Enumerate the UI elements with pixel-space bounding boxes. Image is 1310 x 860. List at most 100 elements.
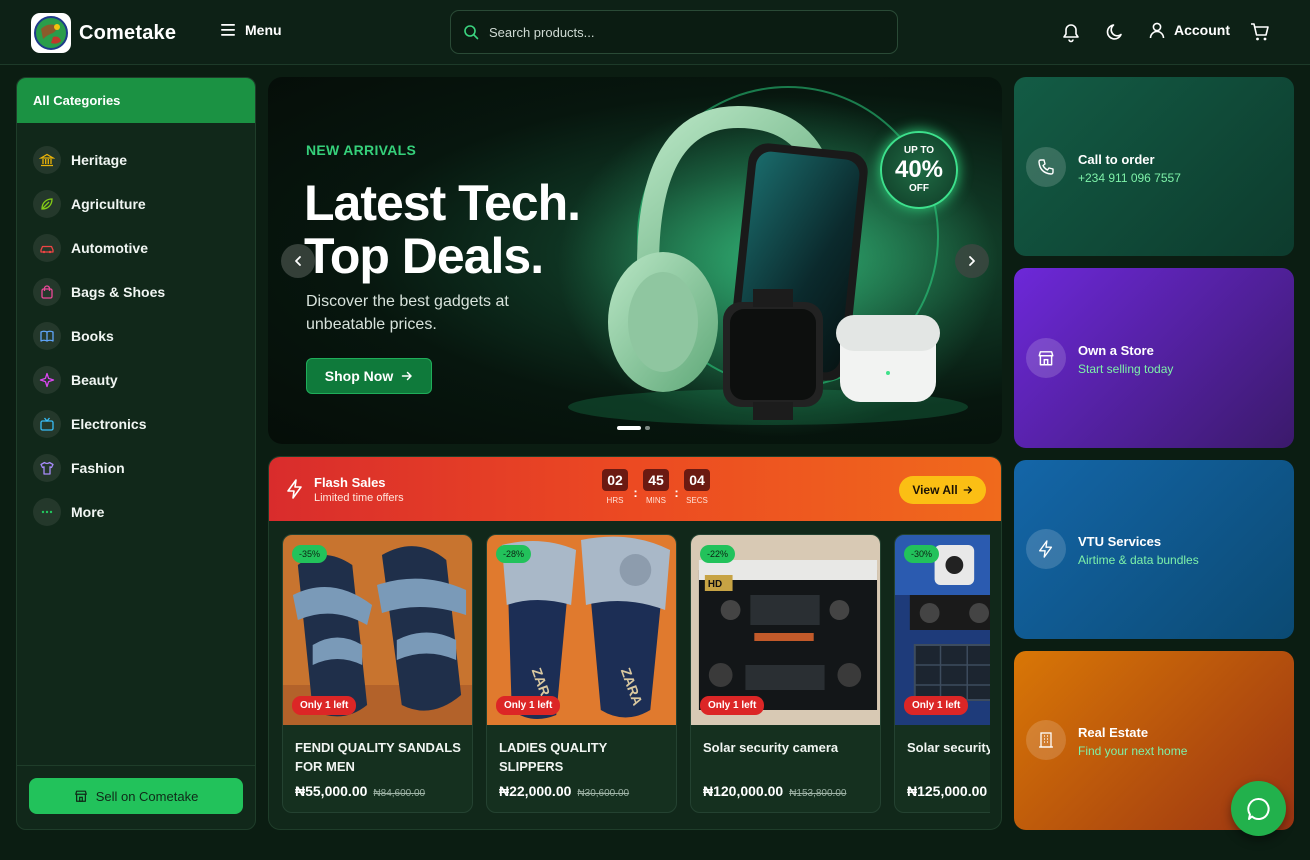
flash-sales-subtitle: Limited time offers <box>314 492 404 504</box>
hero-next-button[interactable] <box>955 244 989 278</box>
sidebar-item-label: Fashion <box>71 460 125 476</box>
countdown-separator: : <box>674 485 679 500</box>
product-price: ₦125,000.00 <box>907 783 988 799</box>
hero-banner: NEW ARRIVALS Latest Tech. Top Deals. Dis… <box>268 77 1002 444</box>
sidebar-item-label: Books <box>71 328 114 344</box>
store-icon <box>74 790 87 802</box>
sidebar-item-bags-shoes[interactable]: Bags & Shoes <box>17 270 255 314</box>
building-icon <box>1039 732 1053 748</box>
carousel-dot-active[interactable] <box>617 426 641 430</box>
sidebar-item-fashion[interactable]: Fashion <box>17 446 255 490</box>
carousel-dot[interactable] <box>645 426 650 430</box>
product-price-row: ₦55,000.00 ₦84,600.00 <box>295 783 425 799</box>
menu-button[interactable]: Menu <box>221 22 282 38</box>
sidebar-item-label: More <box>71 504 105 520</box>
tile-title: VTU Services <box>1078 534 1162 549</box>
product-card[interactable]: -30% Only 1 left Solar security ₦125,000… <box>894 534 990 813</box>
countdown-value: 45 <box>643 469 669 491</box>
sidebar-item-label: Bags & Shoes <box>71 284 166 300</box>
bolt-icon <box>287 479 302 499</box>
svg-text:HD: HD <box>708 579 722 590</box>
discount-badge: -22% <box>700 545 736 563</box>
product-card[interactable]: ZARA ZARA -28% Only 1 left LADIES QUALIT… <box>486 534 677 813</box>
hero-prev-button[interactable] <box>281 244 315 278</box>
product-old-price: ₦30,600.00 <box>577 788 630 799</box>
flash-sales-section: Flash Sales Limited time offers 02 HRS :… <box>268 456 1002 830</box>
discount-badge: -35% <box>292 545 328 563</box>
search-icon <box>464 25 479 40</box>
tile-title: Own a Store <box>1078 343 1154 358</box>
tv-icon <box>40 417 54 431</box>
product-image: ZARA ZARA -28% Only 1 left <box>487 535 676 725</box>
moon-icon[interactable] <box>1104 21 1126 43</box>
hero-eyebrow: NEW ARRIVALS <box>306 142 417 158</box>
stock-badge: Only 1 left <box>496 696 561 715</box>
chat-button[interactable] <box>1231 781 1286 836</box>
countdown-label: SECS <box>686 496 708 505</box>
top-header: Cometake Menu Account <box>0 0 1310 65</box>
product-card[interactable]: HD -22% Only 1 left Solar security camer… <box>690 534 881 813</box>
shop-now-button[interactable]: Shop Now <box>306 358 432 394</box>
book-icon <box>40 330 54 342</box>
countdown-seconds: 04 SECS <box>683 469 711 505</box>
search-input[interactable] <box>489 24 869 40</box>
arrow-right-icon <box>963 486 972 494</box>
chevron-right-icon <box>969 256 975 266</box>
bell-icon[interactable] <box>1060 21 1082 43</box>
sidebar-item-label: Electronics <box>71 416 147 432</box>
car-icon <box>40 245 54 254</box>
product-card[interactable]: -35% Only 1 left FENDI QUALITY SANDALS F… <box>282 534 473 813</box>
sidebar-item-books[interactable]: Books <box>17 314 255 358</box>
sidebar-item-electronics[interactable]: Electronics <box>17 402 255 446</box>
product-price: ₦55,000.00 <box>295 783 368 799</box>
product-price-row: ₦120,000.00 ₦153,800.00 <box>703 783 846 799</box>
badge-top-text: UP TO <box>903 145 935 156</box>
product-name: Solar security camera <box>703 740 839 755</box>
category-sidebar: All Categories Heritage Agriculture Auto… <box>16 77 256 830</box>
tile-vtu-services[interactable]: VTU Services Airtime & data bundles <box>1014 460 1294 639</box>
account-button[interactable]: Account <box>1148 21 1230 39</box>
shop-now-label: Shop Now <box>324 368 394 384</box>
view-all-button[interactable]: View All <box>899 476 986 504</box>
brand-logo[interactable]: Cometake <box>31 13 176 53</box>
product-price-row: ₦22,000.00 ₦30,600.00 <box>499 783 629 799</box>
more-icon <box>41 510 53 514</box>
brand-name: Cometake <box>79 21 177 44</box>
menu-label: Menu <box>245 22 282 38</box>
phone-icon <box>1038 159 1054 175</box>
carousel-dots <box>617 426 650 430</box>
sidebar-item-label: Heritage <box>71 152 128 168</box>
hero-description: Discover the best gadgets at unbeatable … <box>306 293 509 333</box>
sidebar-item-automotive[interactable]: Automotive <box>17 226 255 270</box>
globe-logo-icon <box>34 16 68 50</box>
product-image: HD -22% Only 1 left <box>691 535 880 725</box>
tile-subtitle: Start selling today <box>1078 362 1174 376</box>
product-old-price: ₦84,600.00 <box>373 788 426 799</box>
product-price: ₦22,000.00 <box>499 783 572 799</box>
tile-subtitle: Airtime & data bundles <box>1078 553 1199 567</box>
sidebar-item-label: Agriculture <box>71 196 146 212</box>
shirt-icon <box>40 461 54 475</box>
product-name: Solar security <box>907 740 990 755</box>
tile-title: Call to order <box>1078 152 1155 167</box>
countdown-minutes: 45 MINS <box>642 469 670 505</box>
sidebar-item-beauty[interactable]: Beauty <box>17 358 255 402</box>
sparkle-icon <box>39 372 55 388</box>
sidebar-item-more[interactable]: More <box>17 490 255 534</box>
tile-call-to-order[interactable]: Call to order +234 911 096 7557 <box>1014 77 1294 256</box>
tile-own-a-store[interactable]: Own a Store Start selling today <box>1014 268 1294 448</box>
discount-badge: -30% <box>904 545 940 563</box>
sidebar-item-heritage[interactable]: Heritage <box>17 138 255 182</box>
store-icon <box>1038 351 1054 366</box>
product-carousel: -35% Only 1 left FENDI QUALITY SANDALS F… <box>282 534 990 814</box>
cart-icon[interactable] <box>1249 21 1271 43</box>
bolt-icon <box>1039 540 1053 558</box>
product-name: LADIES QUALITY SLIPPERS <box>499 740 608 774</box>
search-bar <box>450 10 898 54</box>
sell-button[interactable]: Sell on Cometake <box>29 778 243 814</box>
hero-title: Latest Tech. Top Deals. <box>304 175 581 284</box>
sidebar-item-agriculture[interactable]: Agriculture <box>17 182 255 226</box>
sidebar-item-label: Beauty <box>71 372 118 388</box>
product-image: -30% Only 1 left <box>895 535 990 725</box>
stock-badge: Only 1 left <box>904 696 969 715</box>
